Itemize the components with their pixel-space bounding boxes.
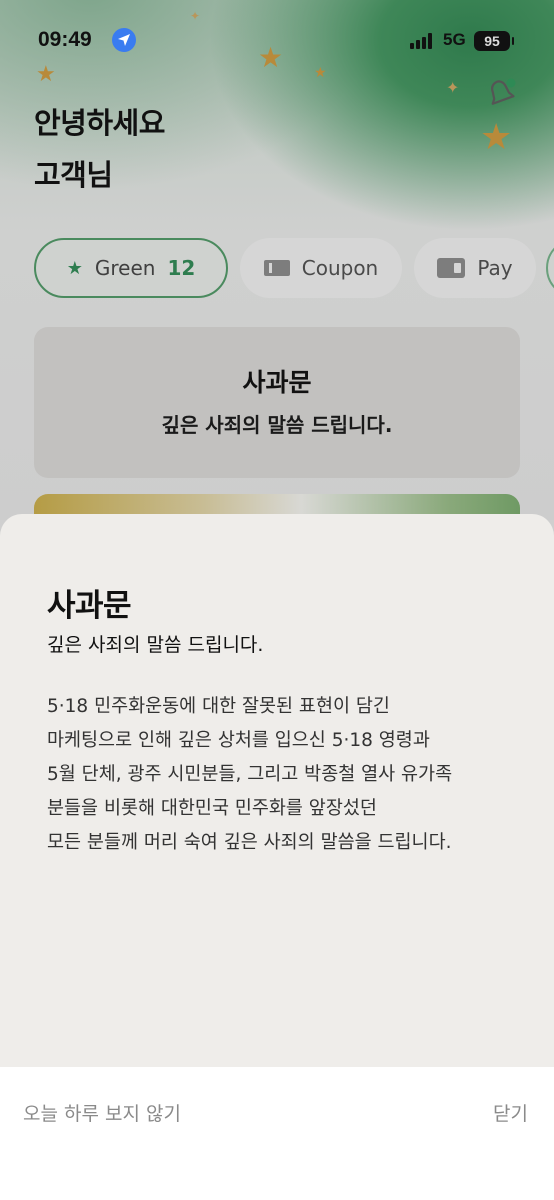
- coupon-icon: [263, 260, 290, 276]
- greeting-hello: 안녕하세요: [34, 106, 165, 140]
- greeting-customer: 고객님: [34, 158, 113, 192]
- notice-card-subtitle: 깊은 사죄의 말씀 드립니다.: [161, 413, 393, 437]
- hide-today-button[interactable]: 오늘 하루 보지 않기: [23, 1099, 181, 1126]
- notification-bell-icon[interactable]: [482, 74, 522, 114]
- sheet-subtitle: 깊은 사죄의 말씀 드립니다.: [47, 634, 264, 656]
- green-stars-chip[interactable]: ★ Green 12: [34, 238, 228, 298]
- sheet-body-line: 5·18 민주화운동에 대한 잘못된 표현이 담긴: [47, 696, 390, 717]
- sheet-footer: 오늘 하루 보지 않기 닫기: [0, 1067, 554, 1200]
- cellular-signal-icon: [410, 33, 436, 49]
- status-bar: 09:49 5G 95: [0, 0, 554, 84]
- close-button[interactable]: 닫기: [493, 1099, 528, 1126]
- sheet-body-line: 마케팅으로 인해 깊은 상처를 입으신 5·18 영령과: [47, 730, 430, 751]
- star-icon: ★: [66, 257, 83, 279]
- sheet-body-line: 모든 분들께 머리 숙여 깊은 사죄의 말씀을 드립니다.: [47, 832, 452, 853]
- wallet-icon: [437, 258, 466, 278]
- sheet-body-line: 5월 단체, 광주 시민분들, 그리고 박종철 열사 유가족: [47, 764, 453, 785]
- sheet-title: 사과문: [47, 588, 132, 624]
- pay-chip-label: Pay: [477, 256, 513, 280]
- status-time: 09:49: [38, 28, 92, 51]
- star-decoration-icon: ★: [480, 117, 513, 158]
- sheet-body-line: 분들을 비롯해 대한민국 민주화를 앞장섰던: [47, 798, 377, 819]
- apology-notice-card[interactable]: 사과문 깊은 사죄의 말씀 드립니다.: [34, 327, 520, 478]
- sheet-body: 5·18 민주화운동에 대한 잘못된 표현이 담긴 마케팅으로 인해 깊은 상처…: [47, 690, 527, 860]
- green-star-count: 12: [167, 256, 196, 280]
- notice-card-title: 사과문: [242, 368, 312, 397]
- coupon-chip[interactable]: Coupon: [240, 238, 402, 298]
- green-chip-label: Green: [94, 256, 156, 280]
- network-type: 5G: [443, 30, 466, 49]
- pay-chip[interactable]: Pay: [414, 238, 536, 298]
- battery-icon: 95: [474, 31, 514, 51]
- app-screen: ★ ★ ★ ★ ✦ ✦ 09:49 5G 95 안녕하세요 고객님 ★ Gree…: [0, 0, 554, 1200]
- coupon-chip-label: Coupon: [301, 256, 379, 280]
- location-arrow-icon: [112, 28, 136, 52]
